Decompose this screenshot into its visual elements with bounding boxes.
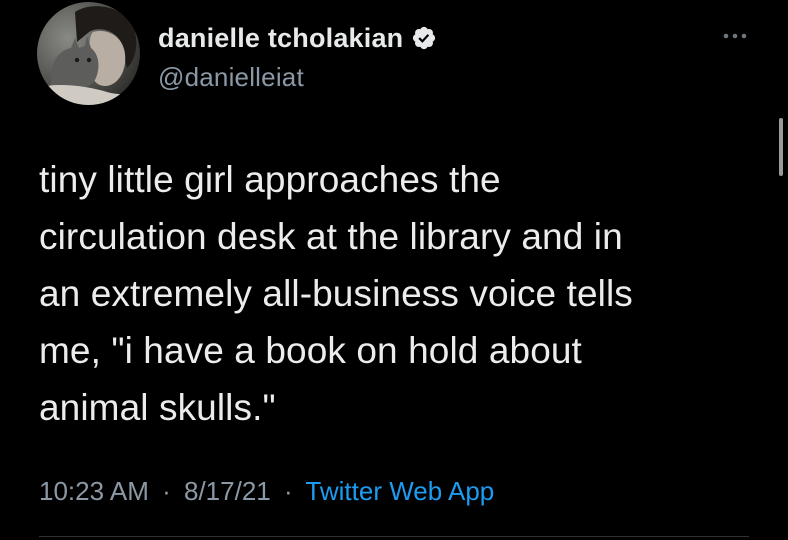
name-row: danielle tcholakian bbox=[158, 18, 437, 58]
author-block: danielle tcholakian @danielleiat bbox=[158, 18, 437, 93]
tweet-source-link[interactable]: Twitter Web App bbox=[305, 476, 494, 506]
scrollbar[interactable] bbox=[779, 118, 783, 176]
verified-badge-icon bbox=[411, 25, 437, 51]
meta-separator: · bbox=[162, 476, 171, 506]
tweet-metadata: 10:23 AM · 8/17/21 · Twitter Web App bbox=[39, 476, 494, 507]
tweet-time[interactable]: 10:23 AM bbox=[39, 476, 149, 506]
tweet-text: tiny little girl approaches the circulat… bbox=[39, 159, 633, 428]
meta-separator: · bbox=[283, 476, 293, 506]
divider bbox=[39, 536, 749, 537]
display-name[interactable]: danielle tcholakian bbox=[158, 23, 403, 54]
tweet-date[interactable]: 8/17/21 bbox=[184, 476, 271, 506]
avatar-image bbox=[37, 2, 140, 105]
tweet-card: danielle tcholakian @danielleiat tiny li… bbox=[0, 0, 788, 540]
more-options-icon[interactable] bbox=[722, 31, 748, 41]
avatar[interactable] bbox=[37, 2, 140, 105]
handle[interactable]: @danielleiat bbox=[158, 62, 437, 93]
